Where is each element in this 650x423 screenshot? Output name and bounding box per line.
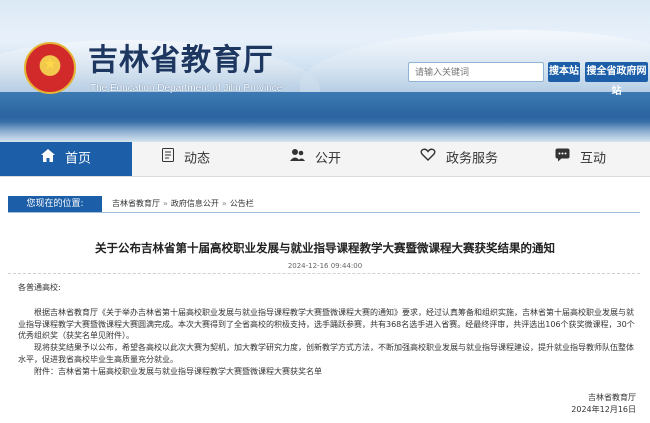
heart-hand-icon bbox=[420, 142, 436, 176]
breadcrumb-separator: » bbox=[221, 199, 227, 208]
search-province-button[interactable]: 搜全省政府网站 bbox=[585, 62, 648, 97]
breadcrumb-label: 您现在的位置: bbox=[8, 196, 102, 212]
search-input[interactable] bbox=[408, 62, 544, 82]
site-subtitle: The Education Department of Jilin Provin… bbox=[90, 83, 283, 94]
search-site-button[interactable]: 搜本站 bbox=[548, 62, 580, 82]
breadcrumb-trail: 吉林省教育厅» 政府信息公开» 公告栏 bbox=[112, 196, 254, 212]
nav-item-public[interactable]: 公开 bbox=[290, 142, 341, 176]
nav-item-label: 动态 bbox=[184, 151, 211, 167]
people-icon bbox=[290, 142, 305, 176]
nav-item-label: 互动 bbox=[580, 151, 607, 167]
nav-item-services[interactable]: 政务服务 bbox=[420, 142, 498, 176]
signature-date: 2024年12月16日 bbox=[571, 405, 636, 414]
main-nav: 首页 动态 公开 政务服务 互动 bbox=[0, 142, 650, 177]
site-title: 吉林省教育厅 bbox=[88, 43, 274, 78]
header-banner: ★ 吉林省教育厅 The Education Department of Jil… bbox=[0, 0, 650, 142]
breadcrumb-link[interactable]: 政府信息公开 bbox=[171, 199, 219, 208]
nav-item-label: 公开 bbox=[315, 151, 342, 167]
chat-icon bbox=[555, 142, 570, 176]
article-date: 2024-12-16 09:44:00 bbox=[287, 262, 363, 270]
breadcrumb-link[interactable]: 公告栏 bbox=[230, 199, 254, 208]
home-icon bbox=[40, 142, 55, 176]
article-divider bbox=[8, 273, 640, 274]
article-title: 关于公布吉林省第十届高校职业发展与就业指导课程教学大赛暨微课程大赛获奖结果的通知 bbox=[95, 241, 555, 255]
article-salutation: 各普通高校: bbox=[18, 283, 61, 292]
nav-item-interact[interactable]: 互动 bbox=[555, 142, 606, 176]
nav-item-news[interactable]: 动态 bbox=[162, 142, 210, 176]
document-icon bbox=[162, 142, 174, 176]
article-paragraph: 现将获奖结果予以公布，希望各高校以此次大赛为契机，加大教学研究力度，创新教学方式… bbox=[18, 343, 634, 364]
article-paragraph: 根据吉林省教育厅《关于举办吉林省第十届高校职业发展与就业指导课程教学大赛暨微课程… bbox=[18, 308, 635, 340]
nav-item-label: 首页 bbox=[64, 151, 91, 167]
banner-shore bbox=[0, 122, 650, 142]
nav-item-label: 政务服务 bbox=[446, 151, 499, 167]
national-emblem-icon: ★ bbox=[24, 42, 76, 94]
breadcrumb-separator: » bbox=[163, 199, 168, 208]
signature-org: 吉林省教育厅 bbox=[588, 393, 636, 402]
breadcrumb-link[interactable]: 吉林省教育厅 bbox=[112, 199, 160, 208]
breadcrumb: 您现在的位置: 吉林省教育厅» 政府信息公开» 公告栏 bbox=[8, 196, 640, 213]
attachment-link[interactable]: 附件：吉林省第十届高校职业发展与就业指导课程教学大赛暨微课程大赛获奖名单 bbox=[18, 366, 638, 378]
nav-item-home[interactable]: 首页 bbox=[0, 142, 132, 176]
